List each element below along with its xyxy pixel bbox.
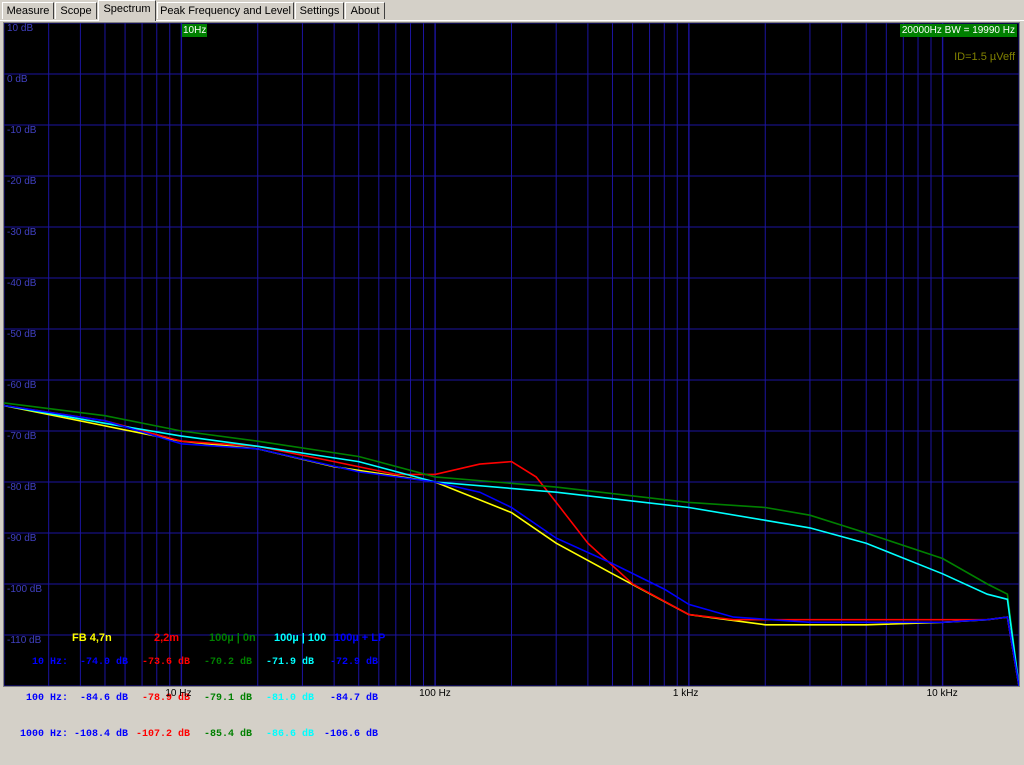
cell: -73.6 dB	[141, 657, 190, 668]
cell: -106.6 dB	[323, 729, 378, 740]
start-frequency-label: 10Hz	[182, 24, 208, 37]
cell: -72.9 dB	[329, 657, 378, 668]
cell: -86.6 dB	[265, 729, 314, 740]
cell: -84.6 dB	[79, 693, 128, 704]
tab-about[interactable]: About	[345, 2, 385, 19]
y-tick-label: -30 dB	[7, 227, 37, 238]
y-tick-label: 10 dB	[7, 23, 34, 34]
bandwidth-label: 20000Hz BW = 19990 Hz	[899, 24, 1017, 37]
x-tick-label: 10 kHz	[926, 688, 958, 699]
y-tick-label: -10 dB	[7, 125, 37, 136]
tab-scope[interactable]: Scope	[55, 2, 97, 19]
x-tick-label: 100 Hz	[419, 688, 451, 699]
cell: -85.4 dB	[203, 729, 252, 740]
row-label: 10 Hz:	[31, 657, 68, 668]
x-tick-label: 1 kHz	[672, 688, 699, 699]
y-tick-label: 0 dB	[7, 74, 28, 85]
tab-measure[interactable]: Measure	[2, 2, 54, 19]
cell: -81.0 dB	[265, 693, 314, 704]
cell: -70.2 dB	[203, 657, 252, 668]
cell: -84.7 dB	[329, 693, 378, 704]
y-tick-label: -60 dB	[7, 380, 37, 391]
y-tick-label: -20 dB	[7, 176, 37, 187]
tab-spectrum[interactable]: Spectrum	[98, 0, 156, 21]
y-tick-label: -90 dB	[7, 533, 37, 544]
cell: -71.9 dB	[265, 657, 314, 668]
row-label: 1000 Hz:	[19, 729, 68, 740]
spectrum-chart	[4, 23, 1019, 686]
y-tick-label: -40 dB	[7, 278, 37, 289]
cell: -79.1 dB	[203, 693, 252, 704]
y-tick-label: -100 dB	[7, 584, 43, 595]
tab-peak-frequency-and-level[interactable]: Peak Frequency and Level	[157, 2, 294, 19]
row-label: 100 Hz:	[25, 693, 68, 704]
cell: -74.0 dB	[79, 657, 128, 668]
cell: -108.4 dB	[73, 729, 128, 740]
y-tick-label: -80 dB	[7, 482, 37, 493]
tab-bar: Measure Scope Spectrum Peak Frequency an…	[0, 0, 1024, 21]
y-tick-label: -70 dB	[7, 431, 37, 442]
grid-layer	[4, 23, 1019, 686]
cell: -107.2 dB	[135, 729, 190, 740]
x-tick-label: 10 Hz	[165, 688, 192, 699]
spectrum-plot[interactable]: 10 dB 0 dB -10 dB -20 dB -30 dB -40 dB -50 dB -…	[3, 22, 1020, 740]
tab-settings[interactable]: Settings	[295, 2, 344, 19]
y-tick-label: -50 dB	[7, 329, 37, 340]
id-readout: ID=1.5 µVeff	[954, 51, 1015, 63]
level-table: 10 Hz: 100 Hz: 1000 Hz: -74.0 dB -84.6 d…	[4, 633, 378, 740]
